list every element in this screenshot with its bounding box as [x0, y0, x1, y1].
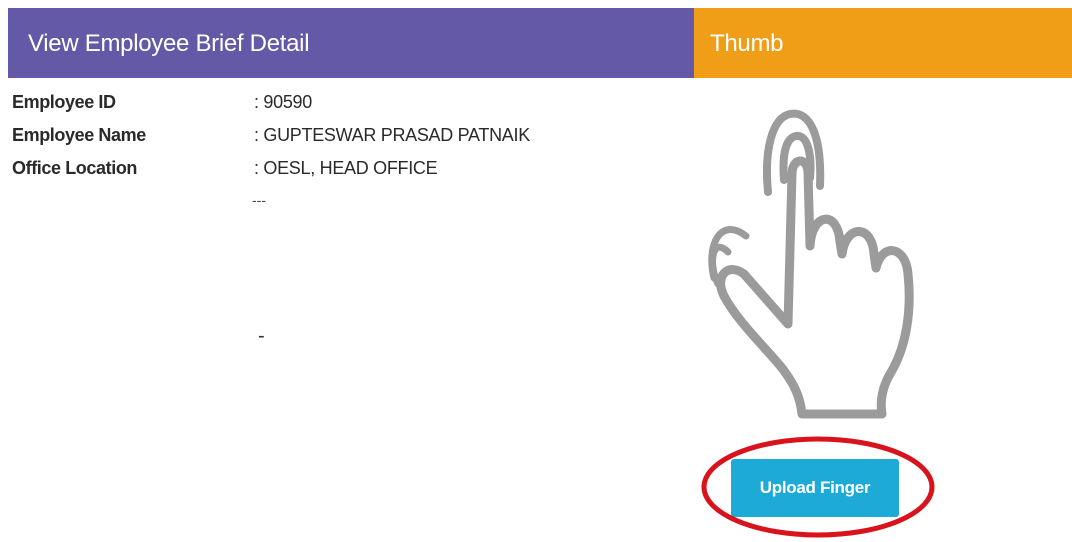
detail-row-office-location: Office Location : OESL, HEAD OFFICE [12, 158, 682, 186]
thumb-title: Thumb [710, 30, 784, 57]
hand-pointer-icon [708, 109, 914, 419]
office-location-label: Office Location [12, 158, 138, 178]
employee-detail-header: View Employee Brief Detail [8, 8, 694, 78]
employee-name-label: Employee Name [12, 125, 146, 145]
upload-finger-button[interactable]: Upload Finger [731, 459, 899, 517]
detail-row-employee-name: Employee Name : GUPTESWAR PRASAD PATNAIK [12, 125, 682, 153]
placeholder-dash: - [258, 325, 265, 347]
placeholder-dashes: --- [252, 192, 266, 208]
office-location-value: : OESL, HEAD OFFICE [254, 158, 438, 178]
page-title: View Employee Brief Detail [28, 30, 310, 57]
employee-name-value: : GUPTESWAR PRASAD PATNAIK [254, 125, 530, 145]
employee-id-value: : 90590 [254, 92, 312, 112]
thumb-header: Thumb [694, 8, 1072, 78]
detail-row-employee-id: Employee ID : 90590 [12, 92, 682, 120]
employee-id-label: Employee ID [12, 92, 116, 112]
